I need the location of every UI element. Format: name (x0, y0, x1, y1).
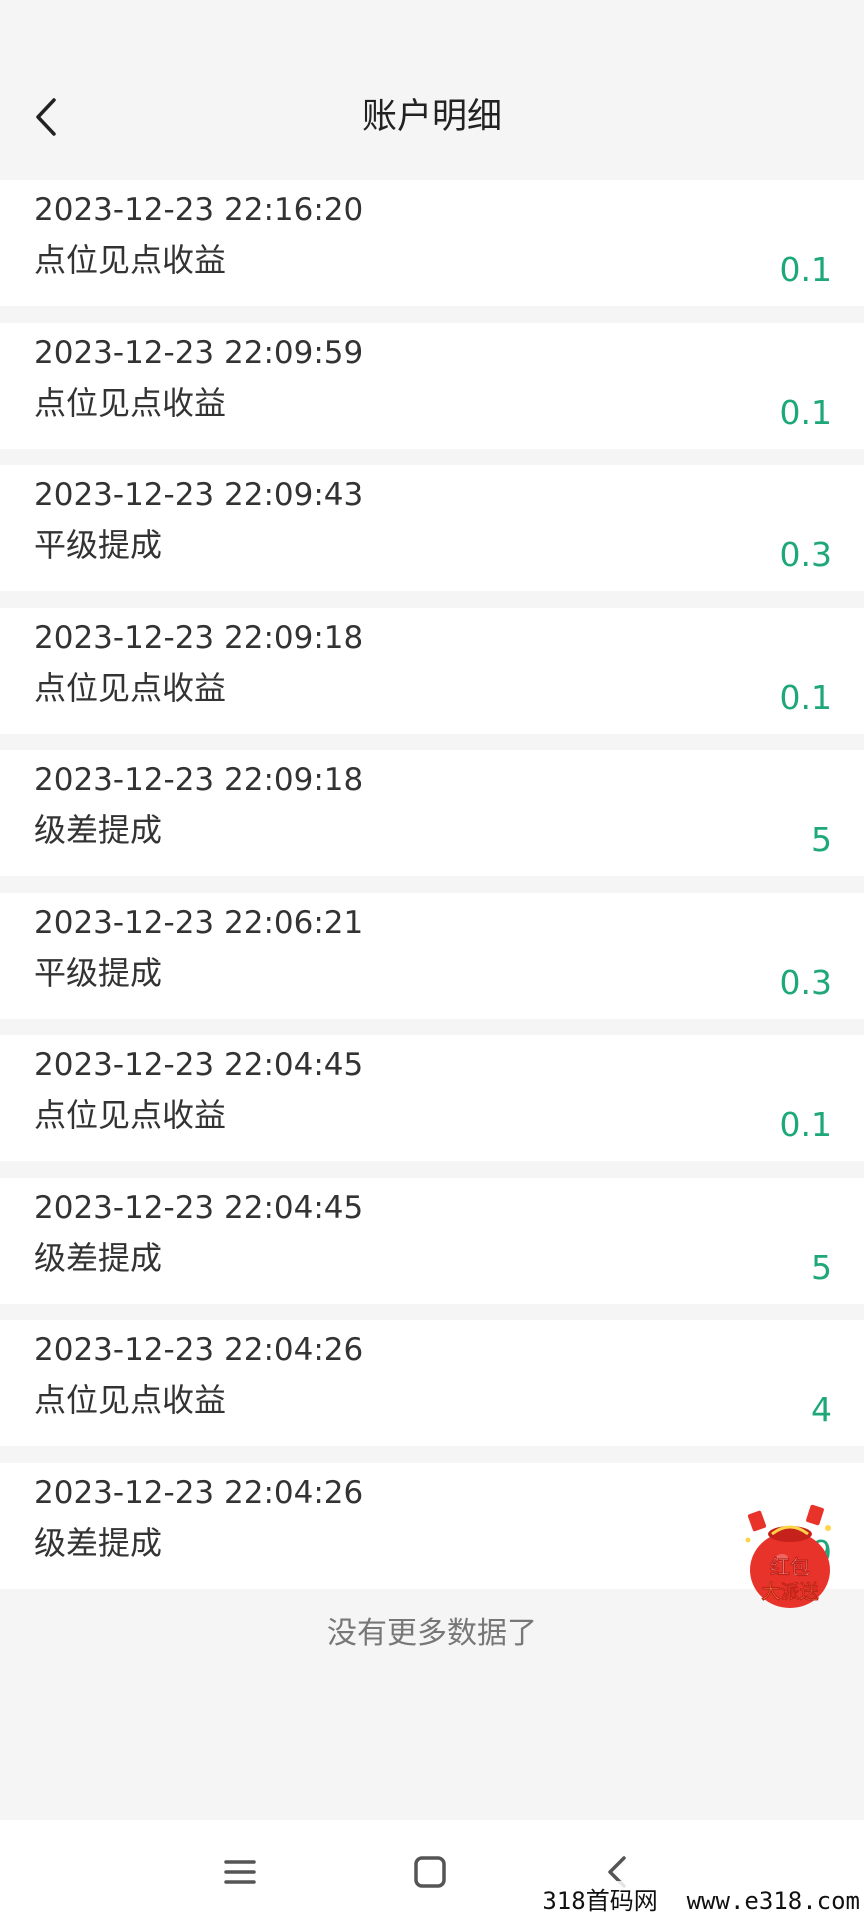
record-type: 点位见点收益 (34, 1381, 227, 1419)
list-item[interactable]: 2023-12-23 22:16:20 点位见点收益 0.1 (0, 180, 864, 306)
record-amount: 0.3 (779, 962, 832, 1002)
record-time: 2023-12-23 22:04:45 (34, 1189, 364, 1226)
list-item[interactable]: 2023-12-23 22:09:59 点位见点收益 0.1 (0, 322, 864, 449)
record-amount: 0.1 (779, 392, 832, 432)
record-time: 2023-12-23 22:04:45 (34, 1047, 364, 1083)
record-amount: 0.1 (779, 677, 832, 717)
record-time: 2023-12-23 22:04:26 (34, 1332, 364, 1368)
record-time: 2023-12-23 22:09:59 (34, 334, 364, 371)
list-item[interactable]: 2023-12-23 22:06:21 平级提成 0.3 (0, 892, 864, 1019)
record-amount: 5 (811, 820, 832, 859)
record-time: 2023-12-23 22:06:21 (34, 904, 364, 941)
list-item[interactable]: 2023-12-23 22:04:45 点位见点收益 0.1 (0, 1035, 864, 1161)
record-type: 级差提成 (34, 1523, 163, 1562)
red-packet-icon: 红包 大派送 (745, 1504, 831, 1608)
record-type: 级差提成 (34, 811, 163, 849)
record-amount: 5 (811, 1247, 832, 1287)
menu-icon (224, 1860, 256, 1884)
records-list: 2023-12-23 22:16:20 点位见点收益 0.1 2023-12-2… (0, 180, 864, 1605)
home-button[interactable] (408, 1850, 452, 1894)
list-item[interactable]: 2023-12-23 22:04:26 级差提成 9 (0, 1462, 864, 1589)
account-details-page: 账户明细 2023-12-23 22:16:20 点位见点收益 0.1 2023… (0, 0, 864, 1920)
list-item[interactable]: 2023-12-23 22:04:26 点位见点收益 4 (0, 1320, 864, 1446)
record-time: 2023-12-23 22:09:18 (34, 619, 364, 656)
record-type: 点位见点收益 (34, 668, 227, 707)
record-time: 2023-12-23 22:16:20 (34, 192, 364, 228)
record-time: 2023-12-23 22:09:18 (34, 762, 364, 798)
list-item[interactable]: 2023-12-23 22:09:18 点位见点收益 0.1 (0, 607, 864, 734)
no-more-data-text: 没有更多数据了 (327, 1616, 537, 1651)
record-time: 2023-12-23 22:04:26 (34, 1474, 364, 1511)
menu-button[interactable] (218, 1850, 262, 1894)
square-icon (414, 1856, 446, 1888)
page-title: 账户明细 (361, 97, 502, 137)
list-item[interactable]: 2023-12-23 22:04:45 级差提成 5 (0, 1177, 864, 1304)
red-packet-promo-button[interactable]: 红包 大派送 (742, 1500, 838, 1612)
header-bar: 账户明细 (0, 0, 864, 170)
record-type: 平级提成 (34, 953, 163, 992)
record-amount: 0.1 (779, 1105, 832, 1144)
list-item[interactable]: 2023-12-23 22:09:18 级差提成 5 (0, 750, 864, 876)
record-amount: 0.3 (779, 535, 832, 574)
record-type: 级差提成 (34, 1238, 163, 1277)
list-item[interactable]: 2023-12-23 22:09:43 平级提成 0.3 (0, 465, 864, 591)
record-type: 点位见点收益 (34, 383, 227, 422)
record-amount: 4 (811, 1390, 832, 1429)
site-watermark: 318首码网 www.e318.com (538, 1881, 864, 1916)
record-type: 点位见点收益 (34, 1096, 227, 1134)
record-type: 平级提成 (34, 526, 163, 564)
record-time: 2023-12-23 22:09:43 (34, 477, 364, 513)
promo-line2: 大派送 (761, 1580, 819, 1603)
promo-line1: 红包 (770, 1555, 810, 1579)
record-type: 点位见点收益 (34, 241, 227, 279)
record-amount: 0.1 (779, 250, 832, 289)
